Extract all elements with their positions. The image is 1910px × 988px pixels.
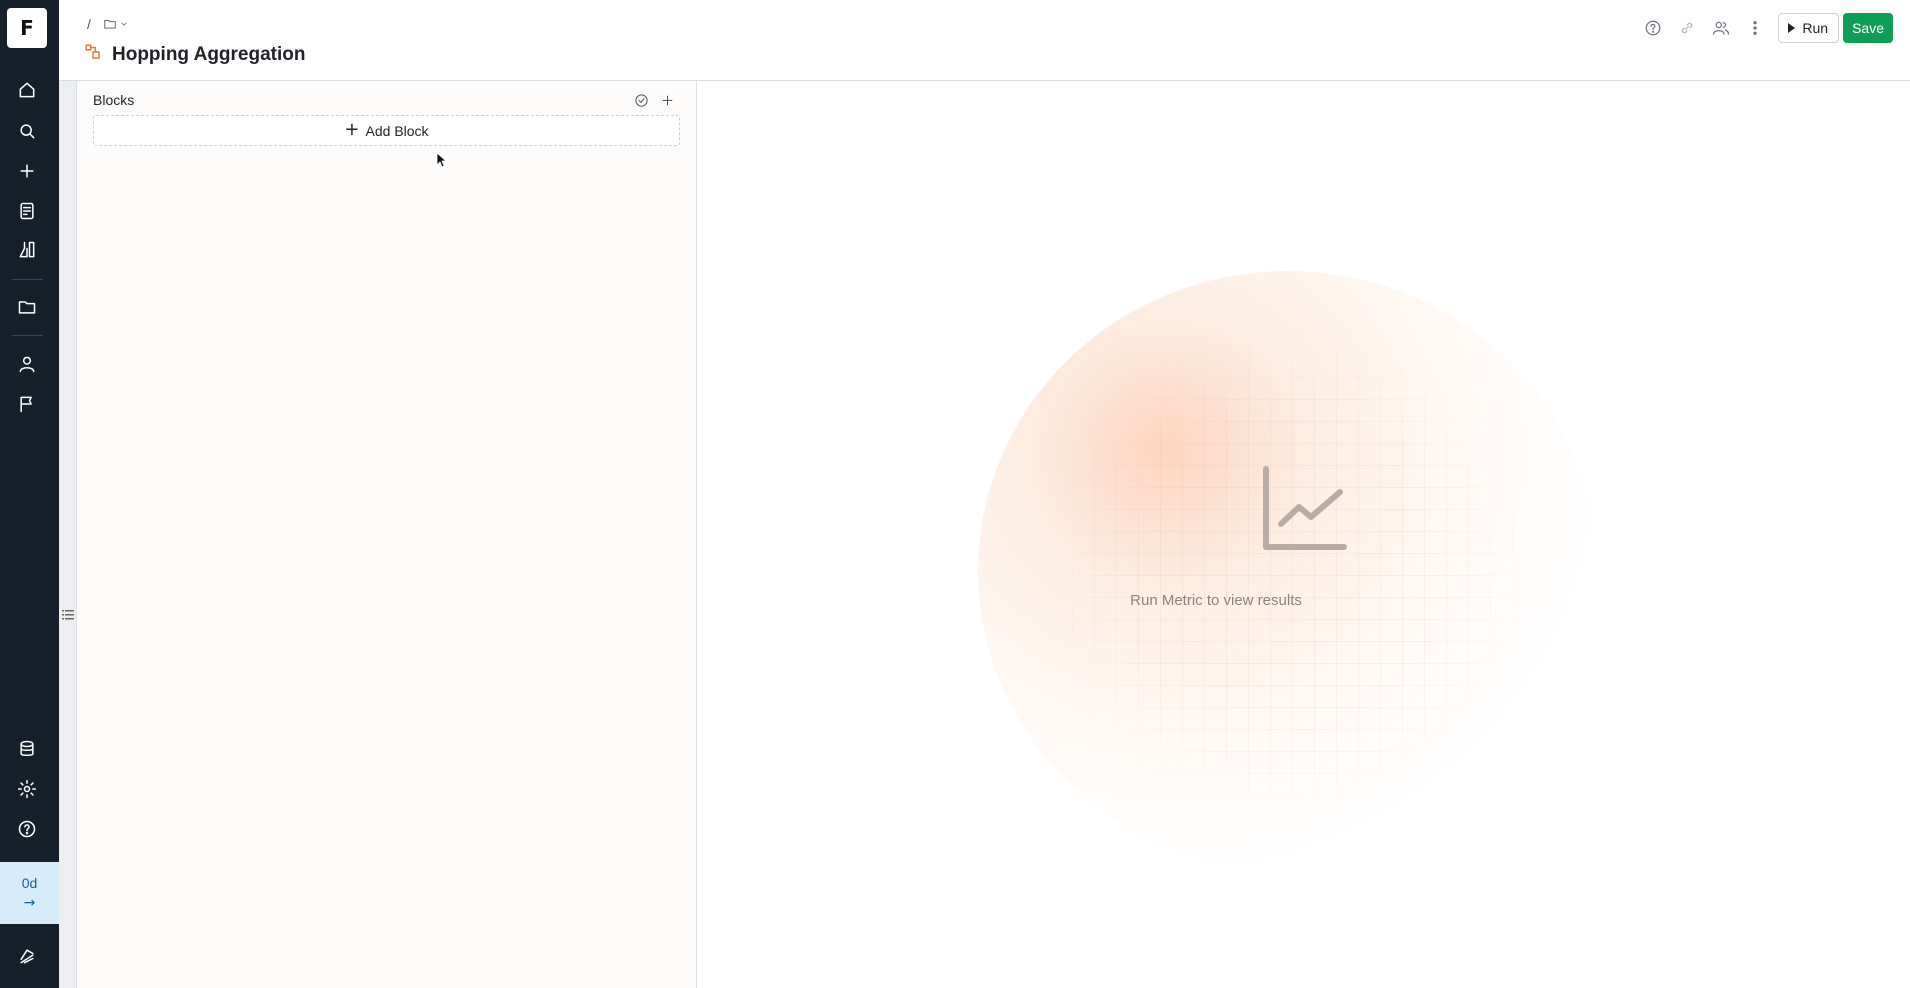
app-logo[interactable]: F bbox=[7, 8, 47, 48]
flag-icon[interactable] bbox=[14, 391, 40, 417]
line-chart-icon bbox=[1261, 464, 1349, 552]
blocks-header: Blocks bbox=[93, 89, 680, 111]
rail-divider bbox=[12, 335, 43, 336]
add-icon[interactable] bbox=[654, 89, 680, 111]
list-icon[interactable] bbox=[62, 610, 74, 620]
empty-state-grid bbox=[1028, 311, 1548, 831]
folder-icon[interactable] bbox=[14, 294, 40, 320]
empty-state-message: Run Metric to view results bbox=[698, 592, 1910, 609]
page-title[interactable]: Hopping Aggregation bbox=[112, 44, 306, 66]
results-area: Run Metric to view results bbox=[698, 81, 1910, 988]
mouse-cursor-icon bbox=[436, 152, 446, 168]
header-actions: Run Save bbox=[1636, 13, 1893, 43]
notebook-icon[interactable] bbox=[14, 198, 40, 224]
search-icon[interactable] bbox=[14, 118, 40, 144]
title-row: Hopping Aggregation bbox=[84, 43, 306, 66]
help-icon[interactable] bbox=[14, 816, 40, 842]
plus-icon[interactable] bbox=[14, 158, 40, 184]
folder-icon bbox=[104, 20, 116, 29]
empty-state-text: Run Metric to view results bbox=[1130, 592, 1302, 609]
blocks-title: Blocks bbox=[93, 92, 135, 108]
brand-icon[interactable] bbox=[14, 943, 40, 969]
check-circle-icon[interactable] bbox=[628, 89, 654, 111]
credit-value: 0d bbox=[21, 875, 38, 891]
link-icon[interactable] bbox=[1670, 13, 1704, 43]
add-block-label: Add Block bbox=[365, 122, 429, 139]
breadcrumb-separator: / bbox=[87, 16, 91, 32]
share-users-icon[interactable] bbox=[1704, 13, 1738, 43]
add-block-button[interactable]: + Add Block bbox=[93, 115, 680, 146]
page-header: / Hopping Aggregation Run Save bbox=[59, 0, 1910, 81]
rail-divider bbox=[12, 279, 43, 280]
credit-widget[interactable]: 0d → bbox=[0, 862, 59, 924]
play-icon bbox=[1788, 23, 1796, 33]
outline-gutter bbox=[59, 81, 77, 988]
user-icon[interactable] bbox=[14, 351, 40, 377]
chevron-down-icon bbox=[121, 22, 127, 26]
plus-icon: + bbox=[344, 118, 360, 140]
blocks-panel: Blocks + Add Block bbox=[77, 81, 697, 988]
help-icon[interactable] bbox=[1636, 13, 1670, 43]
arrow-right-icon: → bbox=[23, 895, 36, 911]
metric-icon bbox=[84, 43, 102, 66]
breadcrumb: / bbox=[87, 16, 129, 32]
app-sidebar: F 0d → bbox=[0, 0, 59, 988]
more-vertical-icon[interactable] bbox=[1738, 13, 1772, 43]
save-button[interactable]: Save bbox=[1843, 13, 1893, 43]
flask-icon[interactable] bbox=[14, 237, 40, 263]
database-icon[interactable] bbox=[14, 736, 40, 762]
run-label: Run bbox=[1802, 20, 1829, 36]
folder-dropdown[interactable] bbox=[103, 17, 129, 31]
home-icon[interactable] bbox=[14, 77, 40, 103]
run-button[interactable]: Run bbox=[1778, 13, 1840, 43]
gear-icon[interactable] bbox=[14, 776, 40, 802]
